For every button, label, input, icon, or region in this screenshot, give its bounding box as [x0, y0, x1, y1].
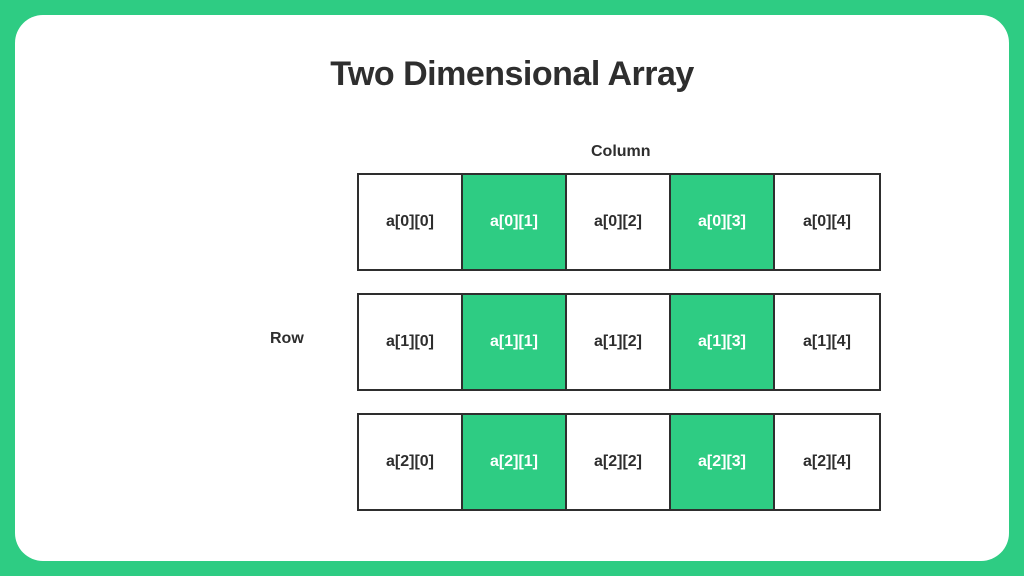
array-cell: a[2][4]	[775, 415, 879, 509]
diagram-frame: Two Dimensional Array Column Row a[0][0]…	[15, 15, 1009, 561]
array-cell: a[1][0]	[359, 295, 463, 389]
diagram-title: Two Dimensional Array	[65, 55, 959, 94]
array-grid: a[0][0] a[0][1] a[0][2] a[0][3] a[0][4] …	[357, 173, 881, 511]
array-cell: a[1][3]	[671, 295, 775, 389]
array-cell: a[0][1]	[463, 175, 567, 269]
array-cell: a[2][3]	[671, 415, 775, 509]
column-label: Column	[591, 143, 651, 161]
row-label: Row	[270, 330, 304, 348]
array-cell: a[1][2]	[567, 295, 671, 389]
array-cell: a[2][0]	[359, 415, 463, 509]
array-cell: a[0][2]	[567, 175, 671, 269]
array-row: a[2][0] a[2][1] a[2][2] a[2][3] a[2][4]	[357, 413, 881, 511]
array-row: a[0][0] a[0][1] a[0][2] a[0][3] a[0][4]	[357, 173, 881, 271]
array-cell: a[2][2]	[567, 415, 671, 509]
array-row: a[1][0] a[1][1] a[1][2] a[1][3] a[1][4]	[357, 293, 881, 391]
array-cell: a[0][0]	[359, 175, 463, 269]
array-cell: a[1][4]	[775, 295, 879, 389]
array-cell: a[1][1]	[463, 295, 567, 389]
array-cell: a[0][3]	[671, 175, 775, 269]
array-cell: a[0][4]	[775, 175, 879, 269]
array-cell: a[2][1]	[463, 415, 567, 509]
